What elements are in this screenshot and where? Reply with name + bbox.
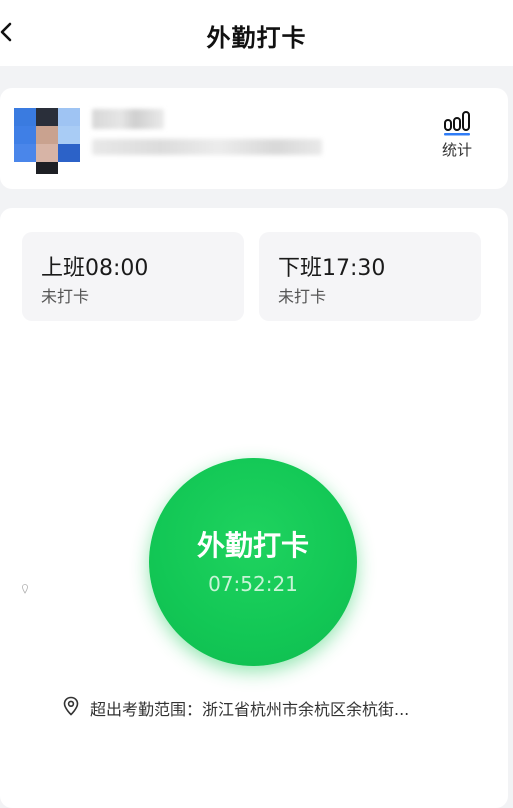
bar-chart-icon — [444, 111, 470, 136]
clock-in-button[interactable]: 外勤打卡 07:52:21 — [149, 458, 357, 666]
location-text: 超出考勤范围：浙江省杭州市余杭区余杭街... — [90, 700, 410, 719]
avatar — [14, 108, 80, 174]
stats-button[interactable]: 统计 — [437, 110, 477, 160]
shift-start-time: 上班08:00 — [41, 256, 149, 281]
shift-start-card: 上班08:00 未打卡 — [22, 232, 244, 321]
stats-label: 统计 — [441, 141, 472, 159]
page-title: 外勤打卡 — [206, 24, 307, 52]
shift-end-card: 下班17:30 未打卡 — [259, 232, 481, 321]
clock-in-label: 外勤打卡 — [196, 529, 309, 562]
clock-in-time: 07:52:21 — [208, 572, 298, 596]
attendance-card: 上班08:00 未打卡 下班17:30 未打卡 外勤打卡 07:52:21 超出… — [0, 208, 508, 808]
shift-end-status: 未打卡 — [278, 287, 327, 306]
user-department-redacted — [92, 139, 322, 155]
user-name-redacted — [92, 109, 164, 129]
top-bar: 外勤打卡 — [0, 0, 513, 66]
map-pin-icon — [22, 584, 28, 594]
shift-end-time: 下班17:30 — [278, 256, 386, 281]
location-pin-icon — [63, 696, 79, 716]
location-info[interactable]: 超出考勤范围：浙江省杭州市余杭区余杭街... — [62, 694, 482, 719]
shift-start-status: 未打卡 — [41, 287, 90, 306]
